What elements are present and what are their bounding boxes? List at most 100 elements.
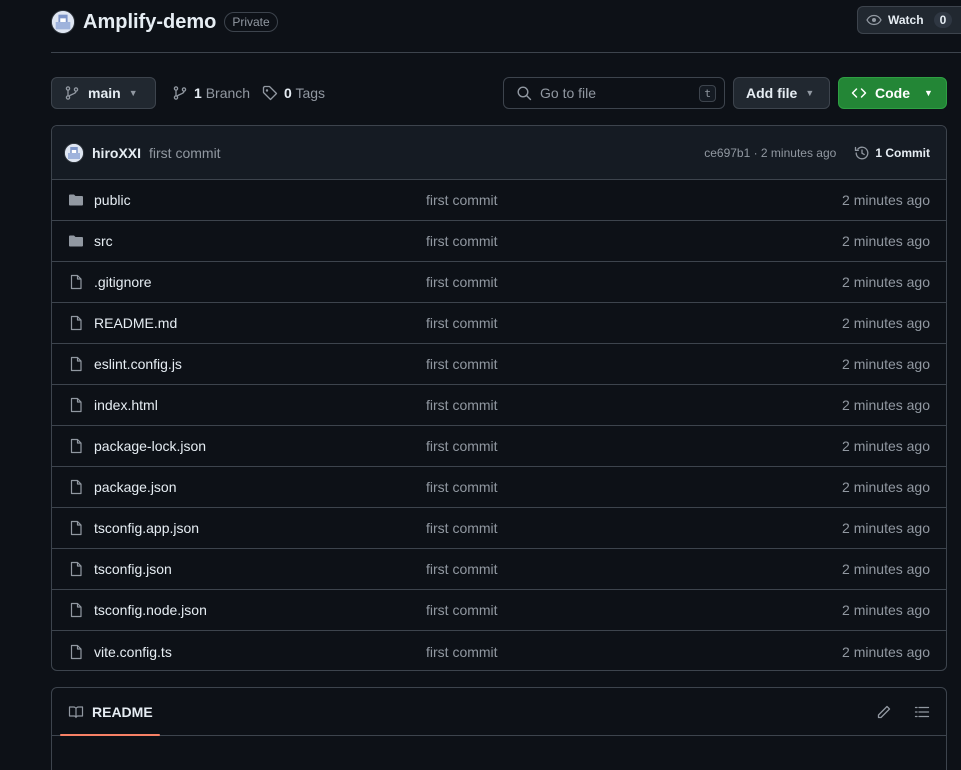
branch-count: 1 (194, 85, 202, 101)
repo-header: Amplify-demo Private Watch 0 (51, 6, 961, 36)
file-list: public first commit 2 minutes ago src fi… (52, 180, 946, 670)
readme-tab[interactable]: README (68, 704, 153, 720)
tag-count-label: Tags (295, 85, 326, 101)
file-row[interactable]: tsconfig.node.json first commit 2 minute… (52, 590, 946, 631)
file-icon (70, 644, 82, 659)
add-file-label: Add file (746, 85, 798, 101)
add-file-button[interactable]: Add file ▼ (733, 77, 830, 109)
commit-author[interactable]: hiroXXI (92, 145, 141, 161)
pencil-icon[interactable] (876, 704, 892, 720)
code-icon (851, 88, 867, 98)
commit-sha-time[interactable]: ce697b1 · 2 minutes ago (704, 146, 836, 160)
file-row[interactable]: README.md first commit 2 minutes ago (52, 303, 946, 344)
file-row[interactable]: package.json first commit 2 minutes ago (52, 467, 946, 508)
git-branch-icon (65, 86, 79, 100)
chevron-down-icon: ▼ (805, 88, 815, 98)
file-row[interactable]: public first commit 2 minutes ago (52, 180, 946, 221)
file-row[interactable]: src first commit 2 minutes ago (52, 221, 946, 262)
readme-header: README (52, 688, 946, 736)
file-commit-time: 2 minutes ago (842, 274, 930, 290)
search-icon (517, 86, 532, 101)
file-name[interactable]: tsconfig.json (94, 561, 426, 577)
file-row[interactable]: package-lock.json first commit 2 minutes… (52, 426, 946, 467)
file-name[interactable]: src (94, 233, 426, 249)
avatar-icon (65, 143, 83, 162)
file-commit-time: 2 minutes ago (842, 233, 930, 249)
file-table: hiroXXI first commit ce697b1 · 2 minutes… (51, 125, 947, 671)
file-name[interactable]: package.json (94, 479, 426, 495)
file-commit-message[interactable]: first commit (426, 315, 842, 331)
file-row[interactable]: vite.config.ts first commit 2 minutes ag… (52, 631, 946, 670)
file-name[interactable]: vite.config.ts (94, 644, 426, 660)
file-commit-time: 2 minutes ago (842, 397, 930, 413)
file-commit-time: 2 minutes ago (842, 479, 930, 495)
file-commit-message[interactable]: first commit (426, 561, 842, 577)
file-row[interactable]: .gitignore first commit 2 minutes ago (52, 262, 946, 303)
commit-message[interactable]: first commit (149, 145, 221, 161)
branches-link[interactable]: 1 Branch (172, 85, 250, 101)
file-commit-time: 2 minutes ago (842, 643, 930, 660)
file-commit-message[interactable]: first commit (426, 602, 842, 618)
file-row[interactable]: tsconfig.app.json first commit 2 minutes… (52, 508, 946, 549)
file-commit-message[interactable]: first commit (426, 438, 842, 454)
file-commit-time: 2 minutes ago (842, 192, 930, 208)
file-icon (70, 397, 82, 413)
file-name[interactable]: tsconfig.node.json (94, 602, 426, 618)
go-to-file-input[interactable]: Go to file t (503, 77, 725, 109)
file-icon-wrap (68, 315, 84, 331)
visibility-badge: Private (224, 12, 278, 32)
file-row[interactable]: tsconfig.json first commit 2 minutes ago (52, 549, 946, 590)
file-icon-wrap (68, 520, 84, 536)
code-button[interactable]: Code ▼ (838, 77, 947, 109)
file-name[interactable]: README.md (94, 315, 426, 331)
chevron-down-icon: ▼ (924, 88, 933, 98)
eye-icon (866, 14, 882, 26)
owner-avatar[interactable] (51, 10, 75, 34)
branch-selector[interactable]: main ▼ (51, 77, 156, 109)
file-row[interactable]: index.html first commit 2 minutes ago (52, 385, 946, 426)
file-icon (70, 520, 82, 536)
commit-author-avatar[interactable] (64, 142, 84, 163)
file-name[interactable]: tsconfig.app.json (94, 520, 426, 536)
watch-button[interactable]: Watch 0 (857, 6, 961, 34)
file-commit-message[interactable]: first commit (426, 192, 842, 208)
file-name[interactable]: package-lock.json (94, 438, 426, 454)
file-name[interactable]: .gitignore (94, 274, 426, 290)
file-commit-time: 2 minutes ago (842, 602, 930, 618)
file-commit-message[interactable]: first commit (426, 520, 842, 536)
file-commit-message[interactable]: first commit (426, 397, 842, 413)
search-placeholder: Go to file (540, 85, 597, 101)
file-name[interactable]: public (94, 192, 426, 208)
repo-name[interactable]: Amplify-demo (83, 11, 216, 34)
file-icon-wrap (68, 644, 84, 660)
commit-history-link[interactable]: 1 Commit (854, 145, 930, 161)
branch-name: main (88, 85, 121, 101)
file-row[interactable]: eslint.config.js first commit 2 minutes … (52, 344, 946, 385)
file-name[interactable]: eslint.config.js (94, 356, 426, 372)
active-tab-underline (60, 734, 160, 736)
file-icon (70, 561, 82, 577)
file-commit-time: 2 minutes ago (842, 520, 930, 536)
file-commit-message[interactable]: first commit (426, 479, 842, 495)
tags-link[interactable]: 0 Tags (262, 85, 325, 101)
file-commit-time: 2 minutes ago (842, 561, 930, 577)
file-icon-wrap (68, 479, 84, 495)
outline-list-icon[interactable] (914, 704, 930, 720)
folder-icon (69, 235, 83, 247)
watch-count: 0 (933, 12, 953, 28)
file-icon-wrap (68, 602, 84, 618)
watch-label: Watch (888, 13, 924, 27)
file-name[interactable]: index.html (94, 397, 426, 413)
folder-icon-wrap (68, 233, 84, 249)
file-toolbar: main ▼ 1 Branch 0 Tags Go to file t Add … (51, 77, 947, 109)
readme-panel: README (51, 687, 947, 770)
book-icon (68, 705, 84, 718)
code-label: Code (875, 85, 910, 101)
file-commit-time: 2 minutes ago (842, 438, 930, 454)
avatar-icon (52, 11, 74, 33)
file-commit-message[interactable]: first commit (426, 356, 842, 372)
file-commit-message[interactable]: first commit (426, 644, 842, 660)
file-commit-message[interactable]: first commit (426, 233, 842, 249)
file-icon-wrap (68, 274, 84, 290)
file-commit-message[interactable]: first commit (426, 274, 842, 290)
